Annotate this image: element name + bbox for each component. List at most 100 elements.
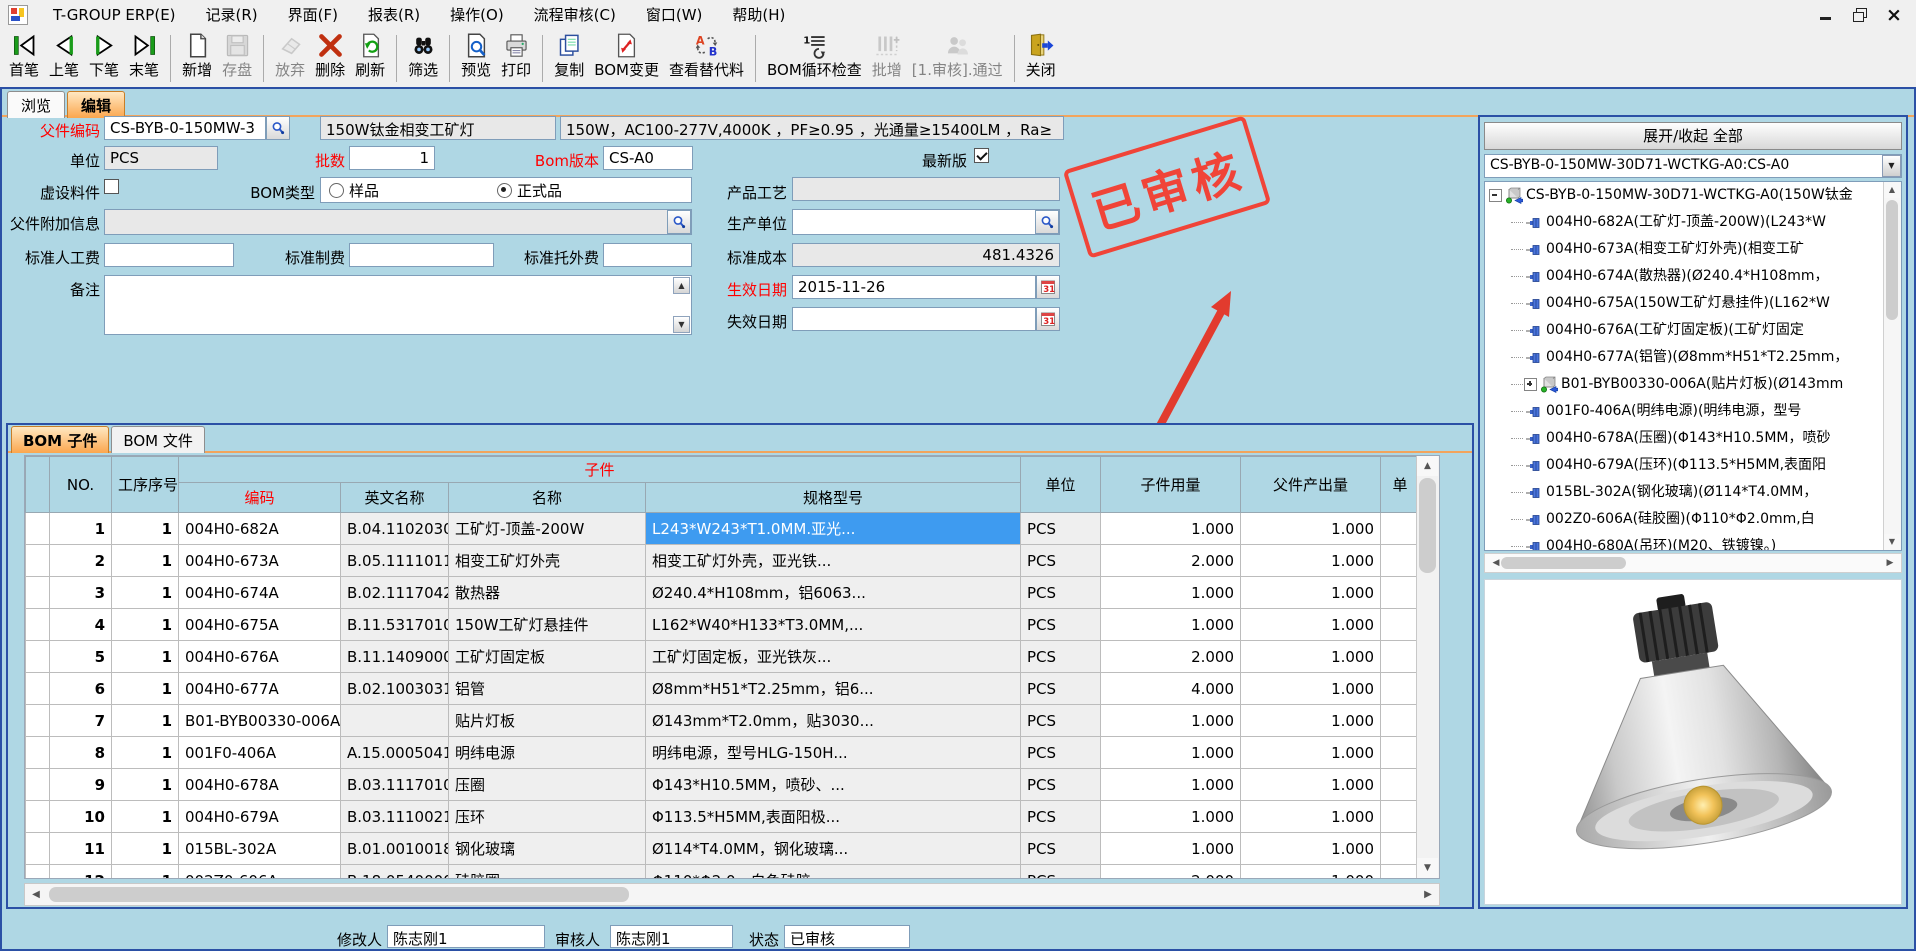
cell-sel[interactable] (26, 641, 50, 673)
cell-sel[interactable] (26, 833, 50, 865)
cell-seq[interactable]: 1 (112, 673, 179, 705)
cell-extra[interactable] (1381, 865, 1420, 880)
table-row[interactable]: 51004H0-676AB.11.1409000...工矿灯固定板工矿灯固定板，… (26, 641, 1420, 673)
cell-extra[interactable] (1381, 545, 1420, 577)
table-row[interactable]: 21004H0-673AB.05.1111011...相变工矿灯外壳相变工矿灯外… (26, 545, 1420, 577)
cell-unit[interactable]: PCS (1021, 577, 1101, 609)
table-row[interactable]: 31004H0-674AB.02.1117042...散热器Ø240.4*H10… (26, 577, 1420, 609)
cell-name[interactable]: 钢化玻璃 (449, 833, 646, 865)
table-row[interactable]: 41004H0-675AB.11.5317010...150W工矿灯悬挂件L16… (26, 609, 1420, 641)
cell-no[interactable]: 12 (50, 865, 112, 880)
cell-no[interactable]: 5 (50, 641, 112, 673)
tree-node[interactable]: 004H0-676A(工矿灯固定板)(工矿灯固定 (1485, 317, 1901, 344)
latest-version-checkbox[interactable] (974, 148, 989, 163)
effective-date-calendar-icon[interactable]: 31 (1036, 275, 1060, 299)
cell-spec[interactable]: Φ143*H10.5MM，喷砂、... (646, 769, 1021, 801)
remark-scroll-down-icon[interactable]: ▼ (673, 316, 690, 333)
expire-date-field[interactable] (792, 307, 1036, 331)
cell-qty[interactable]: 4.000 (1101, 673, 1241, 705)
cell-en[interactable] (341, 705, 449, 737)
cell-sel[interactable] (26, 801, 50, 833)
expire-date-calendar-icon[interactable]: 31 (1036, 307, 1060, 331)
cell-extra[interactable] (1381, 737, 1420, 769)
tree-node[interactable]: 015BL-302A(钢化玻璃)(Ø114*T4.0MM， (1485, 479, 1901, 506)
cell-pqty[interactable]: 1.000 (1241, 833, 1381, 865)
cell-en[interactable]: B.04.1102030... (341, 513, 449, 545)
cell-name[interactable]: 工矿灯-顶盖-200W (449, 513, 646, 545)
cell-unit[interactable]: PCS (1021, 609, 1101, 641)
cell-no[interactable]: 11 (50, 833, 112, 865)
scroll-up-icon[interactable]: ▲ (1884, 182, 1900, 198)
cell-seq[interactable]: 1 (112, 737, 179, 769)
cell-extra[interactable] (1381, 609, 1420, 641)
menu-item-interface[interactable]: 界面(F) (273, 6, 353, 24)
effective-date-field[interactable]: 2015-11-26 (792, 275, 1036, 299)
cell-en[interactable]: B.05.1111011... (341, 545, 449, 577)
table-horizontal-scrollbar[interactable]: ◀ ▶ (24, 883, 1440, 906)
virtual-part-checkbox[interactable] (104, 179, 119, 194)
parent-code-search-button[interactable] (266, 116, 290, 140)
cell-sel[interactable] (26, 865, 50, 880)
prod-unit-search-button[interactable] (1035, 210, 1059, 234)
parent-code-field[interactable]: CS-BYB-0-150MW-3 (104, 116, 266, 140)
cell-code[interactable]: 004H0-679A (179, 801, 341, 833)
collapse-icon[interactable] (1489, 189, 1502, 202)
toolbar-button-prev-record[interactable]: 上笔 (44, 30, 84, 87)
cell-unit[interactable]: PCS (1021, 865, 1101, 880)
cell-name[interactable]: 散热器 (449, 577, 646, 609)
cell-name[interactable]: 明纬电源 (449, 737, 646, 769)
cell-en[interactable]: B.11.5317010... (341, 609, 449, 641)
cell-en[interactable]: B.11.1409000... (341, 641, 449, 673)
scroll-right-icon[interactable]: ▶ (1879, 554, 1901, 572)
cell-pqty[interactable]: 1.000 (1241, 705, 1381, 737)
toolbar-button-delete[interactable]: 删除 (310, 30, 350, 87)
cell-name[interactable]: 相变工矿灯外壳 (449, 545, 646, 577)
toolbar-button-copy[interactable]: 复制 (549, 30, 589, 87)
cell-unit[interactable]: PCS (1021, 673, 1101, 705)
toolbar-button-print[interactable]: 打印 (496, 30, 536, 87)
cell-qty[interactable]: 2.000 (1101, 641, 1241, 673)
cell-name[interactable]: 贴片灯板 (449, 705, 646, 737)
cell-sel[interactable] (26, 673, 50, 705)
scroll-down-icon[interactable]: ▼ (1417, 858, 1438, 878)
prod-unit-field[interactable] (792, 209, 1060, 235)
cell-no[interactable]: 3 (50, 577, 112, 609)
cell-en[interactable]: B.03.1110021... (341, 801, 449, 833)
toolbar-button-refresh[interactable]: 刷新 (350, 30, 390, 87)
toolbar-button-bom-loop-check[interactable]: 1BOM循环检查 (762, 30, 867, 87)
cell-qty[interactable]: 1.000 (1101, 801, 1241, 833)
cell-seq[interactable]: 1 (112, 769, 179, 801)
cell-spec[interactable]: L162*W40*H133*T3.0MM,... (646, 609, 1021, 641)
toolbar-button-first-record[interactable]: 首笔 (4, 30, 44, 87)
cell-seq[interactable]: 1 (112, 705, 179, 737)
cell-extra[interactable] (1381, 513, 1420, 545)
cell-qty[interactable]: 1.000 (1101, 577, 1241, 609)
cell-seq[interactable]: 1 (112, 641, 179, 673)
tree-node[interactable]: B01-BYB00330-006A(贴片灯板)(Ø143mm (1485, 371, 1901, 398)
expand-icon[interactable] (1524, 378, 1537, 391)
menu-item-reports[interactable]: 报表(R) (353, 6, 435, 24)
cell-name[interactable]: 150W工矿灯悬挂件 (449, 609, 646, 641)
cell-no[interactable]: 7 (50, 705, 112, 737)
tree-node[interactable]: 004H0-677A(铝管)(Ø8mm*H51*T2.25mm， (1485, 344, 1901, 371)
remark-field[interactable] (104, 275, 692, 335)
toolbar-button-view-substitutes[interactable]: AB查看替代料 (664, 30, 749, 87)
cell-sel[interactable] (26, 769, 50, 801)
tree-node[interactable]: CS-BYB-0-150MW-30D71-WCTKG-A0(150W钛金 (1485, 182, 1901, 209)
toolbar-button-bom-change[interactable]: BOM变更 (589, 30, 664, 87)
cell-name[interactable]: 压圈 (449, 769, 646, 801)
cell-en[interactable]: B.02.1003031... (341, 673, 449, 705)
cell-pqty[interactable]: 1.000 (1241, 545, 1381, 577)
cell-sel[interactable] (26, 609, 50, 641)
cell-code[interactable]: B01-BYB00330-006A (179, 705, 341, 737)
bom-type-sample[interactable]: 样品 (329, 180, 379, 201)
menu-item-help[interactable]: 帮助(H) (717, 6, 800, 24)
table-row[interactable]: 91004H0-678AB.03.1117010...压圈Φ143*H10.5M… (26, 769, 1420, 801)
bom-version-field[interactable]: CS-A0 (603, 146, 693, 170)
scroll-thumb[interactable] (49, 887, 629, 902)
cell-code[interactable]: 004H0-678A (179, 769, 341, 801)
cell-en[interactable]: A.15.0005041... (341, 737, 449, 769)
tree-node[interactable]: 004H0-680A(吊环)(M20、铁镀镍。) (1485, 533, 1901, 551)
cell-seq[interactable]: 1 (112, 801, 179, 833)
tree-node[interactable]: 004H0-679A(压环)(Φ113.5*H5MM,表面阳 (1485, 452, 1901, 479)
